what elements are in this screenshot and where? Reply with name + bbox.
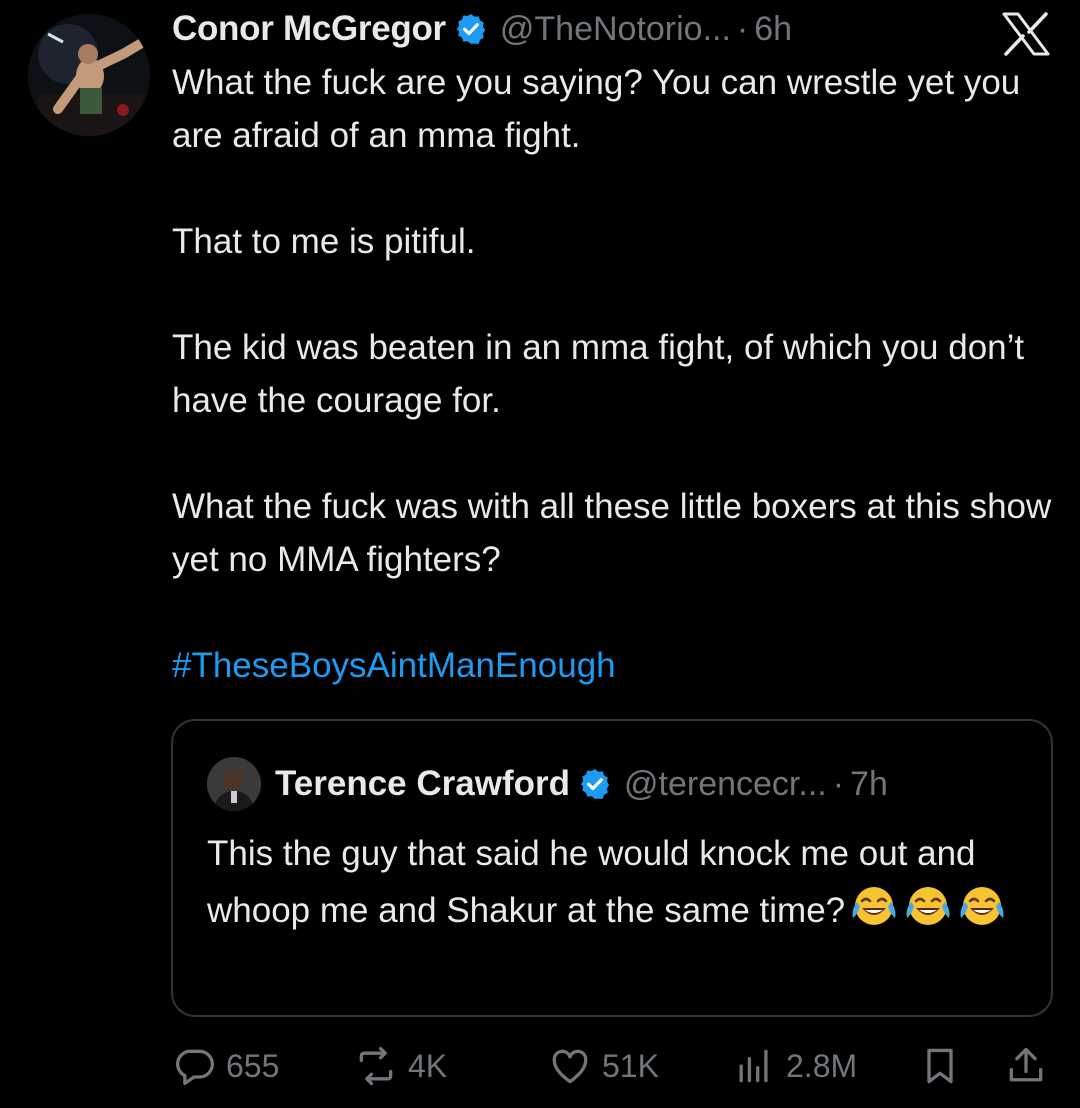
share-button[interactable] <box>1004 1040 1058 1092</box>
separator-dot: · <box>736 9 749 48</box>
tweet-timestamp[interactable]: 6h <box>754 10 792 49</box>
repost-button[interactable]: 4K <box>354 1040 447 1092</box>
quoted-tweet-header: Terence Crawford @terencecr... · 7h <box>207 757 888 811</box>
repost-icon <box>359 1046 393 1086</box>
tweet-paragraph: The kid was beaten in an mma fight, of w… <box>172 328 1025 420</box>
views-icon <box>739 1049 768 1083</box>
author-avatar[interactable] <box>28 14 150 136</box>
author-name[interactable]: Conor McGregor <box>172 9 446 49</box>
tweet-paragraph: What the fuck was with all these little … <box>172 487 1052 579</box>
like-count: 51K <box>602 1047 659 1084</box>
tweet-paragraph: That to me is pitiful. <box>172 222 476 261</box>
bookmark-icon <box>927 1048 953 1084</box>
quoted-timestamp: 7h <box>850 764 888 803</box>
tweet-paragraph: What the fuck are you saying? You can wr… <box>172 63 1021 155</box>
tweet-action-bar: 655 4K 51K 2.8M <box>172 1040 1052 1092</box>
verified-badge-icon <box>454 12 488 46</box>
views-count: 2.8M <box>786 1047 858 1084</box>
quoted-author-avatar <box>207 757 261 811</box>
quoted-tweet-text: This the guy that said he would knock me… <box>207 827 1027 937</box>
author-handle[interactable]: @TheNotorio... <box>500 10 731 49</box>
quoted-tweet-card[interactable]: Terence Crawford @terencecr... · 7h This… <box>171 719 1053 1017</box>
tweet-body: What the fuck are you saying? You can wr… <box>172 56 1052 692</box>
reply-button[interactable]: 655 <box>172 1040 279 1092</box>
reply-count: 655 <box>226 1047 280 1084</box>
like-icon <box>552 1049 588 1084</box>
joy-emoji-icon <box>957 880 1007 930</box>
tweet-header: Conor McGregor @TheNotorio... · 6h <box>172 6 792 52</box>
x-logo-icon <box>1000 12 1052 56</box>
verified-badge-icon <box>578 767 612 801</box>
joy-emoji-icon <box>903 880 953 930</box>
joy-emoji-icon <box>849 880 899 930</box>
bookmark-button[interactable] <box>918 1040 972 1092</box>
hashtag-link[interactable]: #TheseBoysAintManEnough <box>172 646 616 685</box>
repost-count: 4K <box>408 1047 448 1084</box>
views-button[interactable]: 2.8M <box>732 1040 857 1092</box>
reply-icon <box>176 1049 214 1086</box>
quoted-author-handle: @terencecr... <box>624 764 827 803</box>
separator-dot: · <box>832 764 845 803</box>
like-button[interactable]: 51K <box>548 1040 659 1092</box>
share-icon <box>1009 1047 1043 1082</box>
quoted-author-name: Terence Crawford <box>275 764 570 803</box>
